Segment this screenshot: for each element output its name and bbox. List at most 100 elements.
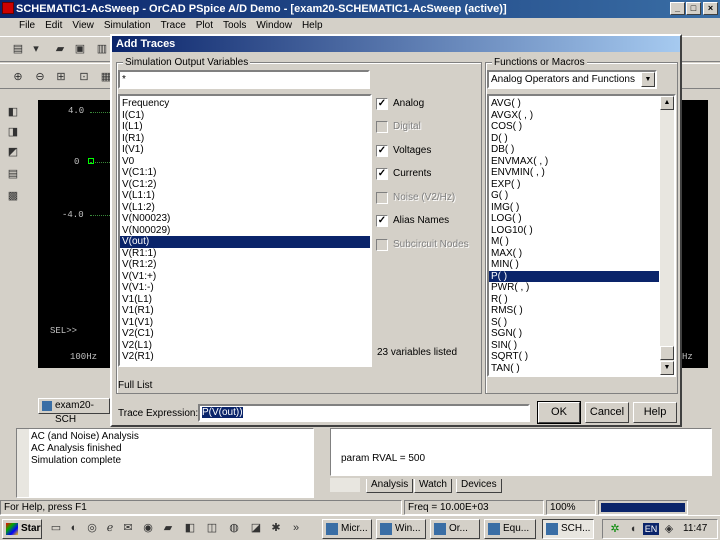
variable-item[interactable]: I(R1) (120, 133, 370, 145)
function-item[interactable]: SQRT( ) (489, 351, 659, 363)
variable-item[interactable]: V(R1:2) (120, 259, 370, 271)
menu-window[interactable]: Window (251, 18, 297, 34)
new-dropdown-icon[interactable]: ▾ (28, 41, 44, 57)
tray-app-icon[interactable]: ◈ (661, 521, 677, 537)
media-player-icon[interactable]: ◍ (226, 520, 242, 536)
variable-item[interactable]: I(V1) (120, 144, 370, 156)
function-item[interactable]: AVGX( , ) (489, 110, 659, 122)
task-schematic[interactable]: SCH... (542, 519, 594, 539)
function-item[interactable]: G( ) (489, 190, 659, 202)
add-trace-icon[interactable]: ◧ (5, 104, 21, 120)
function-item[interactable]: LOG10( ) (489, 225, 659, 237)
variable-item[interactable]: V(C1:1) (120, 167, 370, 179)
function-item[interactable]: AVG( ) (489, 98, 659, 110)
language-indicator[interactable]: EN (643, 523, 659, 535)
plot-window-icon[interactable]: ◨ (5, 124, 21, 140)
menu-trace[interactable]: Trace (156, 18, 191, 34)
menu-simulation[interactable]: Simulation (99, 18, 156, 34)
function-item[interactable]: D( ) (489, 133, 659, 145)
task-equation[interactable]: Equ... (484, 519, 536, 539)
ok-button[interactable]: OK (537, 401, 581, 424)
tab-watch[interactable]: Watch (414, 479, 452, 493)
scroll-down-icon[interactable]: ▼ (660, 361, 674, 375)
task-windows[interactable]: Win... (376, 519, 426, 539)
save-icon[interactable]: ▣ (72, 41, 88, 57)
text-label-icon[interactable]: ▤ (5, 166, 21, 182)
variable-item[interactable]: V0 (120, 156, 370, 168)
variable-item[interactable]: V2(L1) (120, 340, 370, 352)
new-file-icon[interactable]: ▤ (10, 41, 26, 57)
function-item[interactable]: ENVMIN( , ) (489, 167, 659, 179)
function-item[interactable]: TAN( ) (489, 363, 659, 375)
trace-expression-input[interactable]: P(V(out)) (198, 404, 530, 422)
folder-icon[interactable]: ▰ (160, 520, 176, 536)
document-tab[interactable]: exam20-SCH (38, 398, 110, 425)
log-scrollbar[interactable] (17, 429, 29, 497)
pin-icon[interactable]: ✱ (268, 520, 284, 536)
checkmark-icon[interactable]: ✓ (376, 145, 388, 157)
browser-icon[interactable]: ◎ (84, 520, 100, 536)
zoom-out-icon[interactable]: ⊖ (32, 69, 48, 85)
open-folder-icon[interactable]: ▰ (52, 41, 68, 57)
variable-item[interactable]: V(V1:+) (120, 271, 370, 283)
print-icon[interactable]: ▥ (94, 41, 110, 57)
marker-icon[interactable]: ▩ (5, 188, 21, 204)
start-button[interactable]: Start (2, 519, 42, 539)
cancel-button[interactable]: Cancel (585, 402, 629, 423)
filter-input[interactable]: * (118, 70, 370, 89)
variable-item[interactable]: V1(V1) (120, 317, 370, 329)
variable-item[interactable]: V2(R1) (120, 351, 370, 363)
checkmark-icon[interactable]: ✓ (376, 215, 388, 227)
checkmark-icon[interactable]: ✓ (376, 168, 388, 180)
variable-item[interactable]: V(N00023) (120, 213, 370, 225)
function-item[interactable]: S( ) (489, 317, 659, 329)
function-item[interactable]: LOG( ) (489, 213, 659, 225)
outlook-icon[interactable]: ✉ (120, 520, 136, 536)
function-item[interactable]: COS( ) (489, 121, 659, 133)
task-microsoft[interactable]: Micr... (322, 519, 372, 539)
function-item[interactable]: RMS( ) (489, 305, 659, 317)
tab-scroll-arrows[interactable] (330, 478, 360, 492)
chevron-down-icon[interactable]: ▼ (641, 72, 655, 87)
tab-analysis[interactable]: Analysis (366, 479, 414, 493)
zoom-fit-icon[interactable]: ⊡ (76, 69, 92, 85)
function-item[interactable]: M( ) (489, 236, 659, 248)
function-item[interactable]: PWR( , ) (489, 282, 659, 294)
zoom-area-icon[interactable]: ⊞ (53, 69, 69, 85)
tab-devices[interactable]: Devices (456, 479, 502, 493)
function-item[interactable]: IMG( ) (489, 202, 659, 214)
variable-item[interactable]: I(L1) (120, 121, 370, 133)
function-item[interactable]: DB( ) (489, 144, 659, 156)
checkmark-icon[interactable]: ✓ (376, 98, 388, 110)
minimize-button[interactable]: _ (670, 2, 685, 15)
close-button[interactable]: × (703, 2, 718, 15)
powerpoint-icon[interactable]: ◧ (182, 520, 198, 536)
explorer-icon[interactable]: ◐ (66, 520, 82, 536)
variable-item[interactable]: V(L1:2) (120, 202, 370, 214)
show-desktop-icon[interactable]: ▭ (48, 520, 64, 536)
menu-plot[interactable]: Plot (191, 18, 218, 34)
variable-item[interactable]: V(N00029) (120, 225, 370, 237)
variable-item[interactable]: V(out) (120, 236, 370, 248)
scroll-up-icon[interactable]: ▲ (660, 96, 674, 110)
cursor-toggle-icon[interactable]: ◩ (5, 144, 21, 160)
functions-scrollbar[interactable]: ▲ ▼ (660, 96, 674, 375)
variable-item[interactable]: V2(C1) (120, 328, 370, 340)
menu-tools[interactable]: Tools (218, 18, 251, 34)
volume-icon[interactable]: ◖ (625, 521, 641, 537)
function-item[interactable]: MAX( ) (489, 248, 659, 260)
variable-item[interactable]: V1(L1) (120, 294, 370, 306)
help-button[interactable]: Help (633, 402, 677, 423)
zoom-in-icon[interactable]: ⊕ (10, 69, 26, 85)
functions-list[interactable]: AVG( ) AVGX( , ) COS( ) D( ) DB( ) ENVMAX( , … (489, 98, 659, 374)
task-orcad[interactable]: Or... (430, 519, 480, 539)
function-item[interactable]: SIN( ) (489, 340, 659, 352)
menu-help[interactable]: Help (297, 18, 328, 34)
function-item[interactable]: EXP( ) (489, 179, 659, 191)
ie-icon[interactable]: ℯ (102, 520, 118, 536)
function-item[interactable]: ENVMAX( , ) (489, 156, 659, 168)
quicklaunch-more-icon[interactable]: » (288, 520, 304, 536)
functions-dropdown[interactable]: Analog Operators and Functions ▼ (487, 70, 657, 89)
variable-item[interactable]: V1(R1) (120, 305, 370, 317)
network-icon[interactable]: ✲ (607, 521, 623, 537)
